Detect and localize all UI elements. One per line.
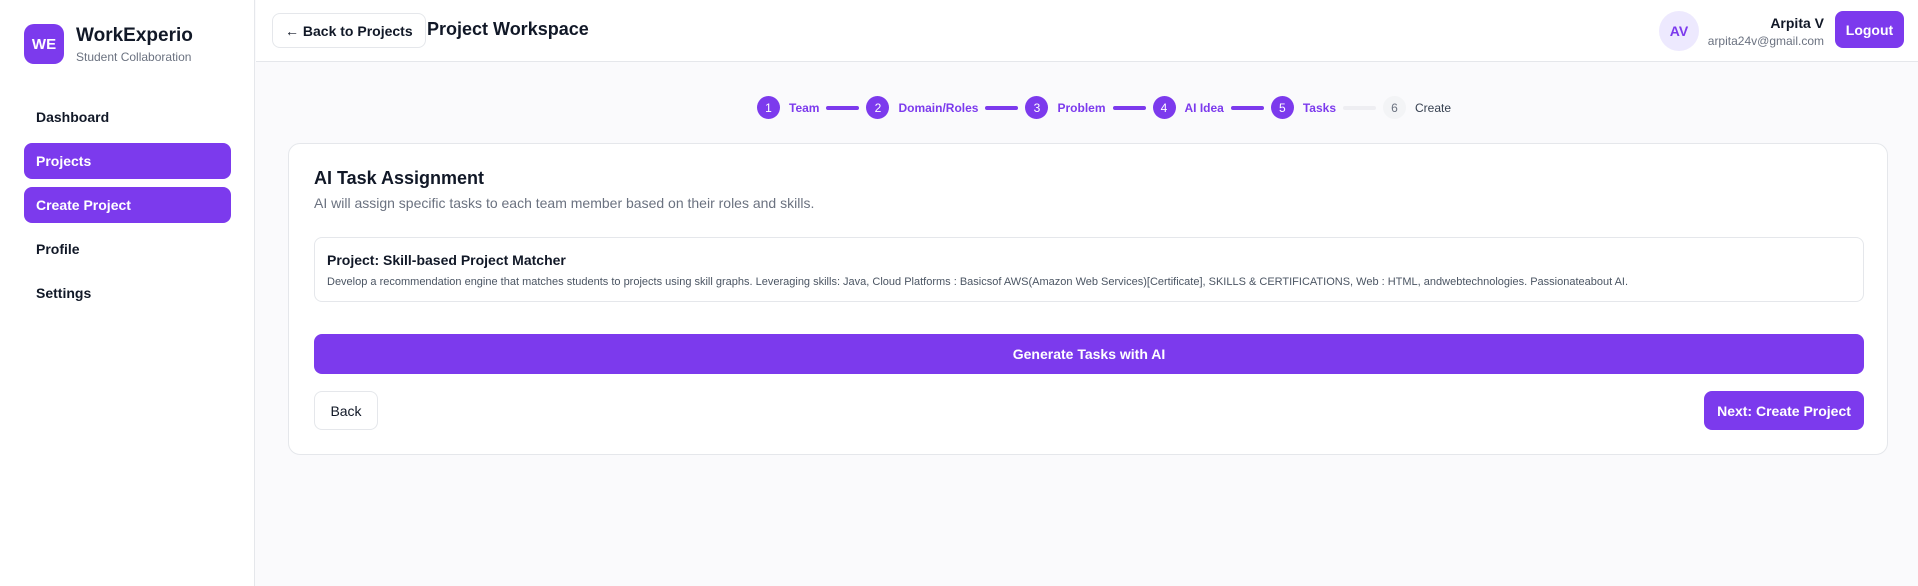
step-label: Create [1415,100,1452,115]
brand-text: WorkExperio Student Collaboration [76,25,193,64]
step-number: 1 [757,96,780,119]
step-number: 6 [1383,96,1406,119]
card-description: AI will assign specific tasks to each te… [314,195,815,211]
card-title: AI Task Assignment [314,168,485,188]
project-description: Develop a recommendation engine that mat… [327,276,1629,288]
step-connector [1343,105,1376,110]
top-header: ← Back to Projects Project Workspace AV … [256,0,1918,62]
step-connector [1230,105,1264,110]
step-number: 3 [1025,96,1049,119]
logout-button[interactable]: Logout [1835,11,1904,48]
step-label: AI Idea [1184,100,1224,115]
step-tasks[interactable]: 5 Tasks [1270,96,1336,119]
wizard-stepper: 1 Team 2 Domain/Roles 3 Problem 4 AI Ide… [757,96,1451,119]
project-summary: Project: Skill-based Project Matcher Dev… [314,237,1864,302]
step-create[interactable]: 6 Create [1383,96,1451,119]
step-team[interactable]: 1 Team [757,96,819,119]
user-email: arpita24v@gmail.com [1707,34,1824,48]
sidebar-item-dashboard[interactable]: Dashboard [24,99,231,135]
user-info: Arpita V arpita24v@gmail.com [1708,15,1824,48]
brand: WE WorkExperio Student Collaboration [24,24,193,64]
back-to-projects-button[interactable]: ← Back to Projects [272,13,426,48]
step-problem[interactable]: 3 Problem [1025,96,1106,119]
project-name: Project: Skill-based Project Matcher [327,252,566,268]
step-label: Tasks [1302,100,1336,115]
next-create-project-button[interactable]: Next: Create Project [1704,391,1864,430]
step-label: Problem [1057,100,1106,115]
sidebar-item-settings[interactable]: Settings [24,275,231,311]
step-connector [985,105,1019,110]
sidebar-item-create-project[interactable]: Create Project [24,187,231,223]
step-label: Domain/Roles [898,100,979,115]
task-assignment-card: AI Task Assignment AI will assign specif… [288,143,1888,455]
generate-tasks-button[interactable]: Generate Tasks with AI [314,334,1864,374]
sidebar-nav: Dashboard Projects Create Project Profil… [24,99,231,319]
back-button[interactable]: Back [314,391,378,430]
step-ai-idea[interactable]: 4 AI Idea [1152,96,1224,119]
step-connector [826,105,860,110]
brand-subtitle: Student Collaboration [76,49,192,64]
sidebar-item-projects[interactable]: Projects [24,143,231,179]
sidebar-item-profile[interactable]: Profile [24,231,231,267]
step-domain-roles[interactable]: 2 Domain/Roles [866,96,978,119]
step-connector [1112,105,1146,110]
avatar[interactable]: AV [1659,11,1699,51]
sidebar: WE WorkExperio Student Collaboration Das… [0,0,255,586]
step-number: 4 [1152,96,1176,119]
user-name: Arpita V [1770,15,1824,31]
brand-name: WorkExperio [76,24,193,46]
step-number: 2 [866,96,890,119]
page-title: Project Workspace [427,19,589,39]
step-label: Team [789,100,820,115]
step-number: 5 [1270,96,1294,119]
brand-logo: WE [24,24,64,64]
